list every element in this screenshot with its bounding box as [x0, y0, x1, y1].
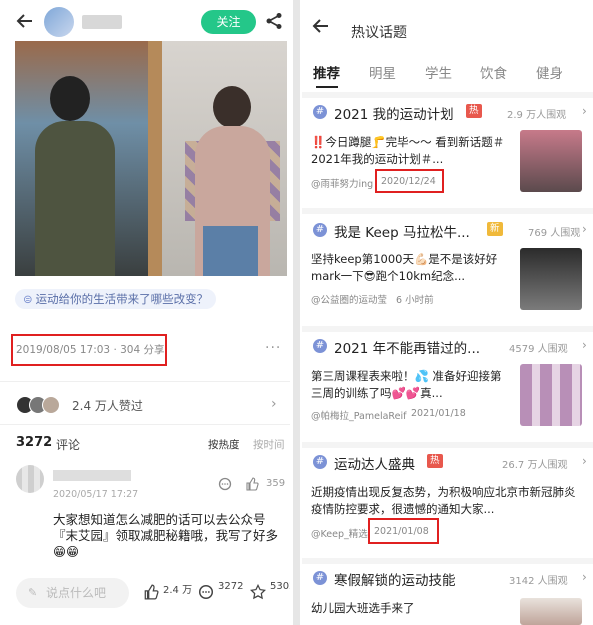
commenter-avatar[interactable]: [16, 465, 44, 493]
comment-label: 评论: [56, 438, 81, 452]
sort-by-hot[interactable]: 按热度: [208, 437, 240, 452]
chevron-right-icon: ›: [582, 338, 587, 352]
page-title: 热议话题: [351, 25, 407, 41]
hashtag-icon: #: [313, 455, 327, 469]
view-count: 769 人围观: [528, 228, 581, 239]
back-arrow-icon[interactable]: [15, 11, 39, 35]
comment-input[interactable]: ✎ 说点什么吧: [16, 578, 129, 608]
follow-button[interactable]: 关注: [201, 10, 256, 34]
like-count: 2.4 万: [163, 585, 193, 596]
topic-body: 近期疫情出现反复态势，为积极响应北京市新冠肺炎疫情防控要求，很遗憾的通知大家..…: [311, 485, 576, 516]
panel-divider: [293, 0, 300, 625]
topic-thumbnail: [520, 248, 582, 310]
topic-title: 运动达人盛典: [334, 457, 415, 473]
highlight-box: [368, 518, 439, 544]
comment-count: 3272: [16, 435, 53, 450]
active-tab-indicator: [316, 86, 338, 88]
topic-card[interactable]: # 我是 Keep 马拉松牛... 新 769 人围观 › 坚持keep第100…: [302, 214, 593, 324]
tab-celebrity[interactable]: 明星: [369, 62, 396, 82]
tab-student[interactable]: 学生: [425, 62, 452, 82]
view-count: 4579 人围观: [509, 344, 568, 355]
chevron-right-icon: ›: [582, 104, 587, 118]
topic-pill[interactable]: ⊜ 运动给你的生活带来了哪些改变？: [15, 289, 217, 309]
chevron-right-icon: ›: [582, 454, 587, 468]
hashtag-icon: #: [313, 105, 327, 119]
highlight-box: [375, 169, 444, 193]
likes-summary[interactable]: 2.4 万人赞过: [72, 397, 143, 414]
topic-author: @雨菲努力ing: [311, 179, 374, 190]
hashtag-icon: #: [313, 223, 327, 237]
hot-tag: 热: [466, 104, 482, 118]
comment-like-count: 359: [266, 478, 286, 489]
comment-body: 大家想知道怎么减肥的话可以去公众号『末艾园』领取减肥秘籍哦，我写了好多😁😁: [53, 512, 279, 559]
back-arrow-icon[interactable]: [311, 16, 331, 41]
topic-card[interactable]: # 运动达人盛典 热 26.7 万人围观 › 近期疫情出现反复态势，为积极响应北…: [302, 448, 593, 558]
view-count: 2.9 万人围观: [507, 110, 567, 121]
comment-total: 3272: [218, 581, 244, 592]
sort-by-time[interactable]: 按时间: [253, 437, 285, 452]
topic-thumbnail: [520, 130, 582, 192]
topic-author: @公益圈的运动莹: [311, 295, 388, 306]
topic-body: ‼️今日蹲腿🦵完毕～～ 看到新话题＃2021年我的运动计划＃...: [311, 135, 505, 166]
view-count: 26.7 万人围观: [502, 460, 568, 471]
new-tag: 新: [487, 222, 503, 236]
comment-input-placeholder: 说点什么吧: [46, 586, 107, 600]
chevron-right-icon[interactable]: ›: [271, 396, 277, 412]
tab-fitness[interactable]: 健身: [536, 62, 563, 82]
pen-icon: ✎: [28, 586, 38, 599]
view-count: 3142 人围观: [509, 576, 568, 587]
post-photo[interactable]: [15, 41, 287, 276]
divider: [0, 424, 290, 425]
author-avatar[interactable]: [44, 7, 74, 37]
tab-recommend[interactable]: 推荐: [313, 62, 340, 82]
reply-icon[interactable]: [218, 476, 232, 491]
topic-body: 坚持keep第1000天💪🏻是不是该好好mark一下😎跑个10km纪念...: [311, 252, 498, 283]
hashtag-icon: #: [313, 339, 327, 353]
share-icon[interactable]: [265, 12, 283, 30]
comment-icon[interactable]: [198, 584, 214, 600]
like-icon[interactable]: [143, 584, 159, 600]
like-icon[interactable]: [245, 476, 259, 491]
topic-date: 2021/01/18: [411, 408, 466, 419]
commenter-name-blurred[interactable]: [53, 470, 131, 481]
topic-author: @Keep_精选: [311, 529, 368, 540]
more-options-button[interactable]: ···: [265, 340, 281, 356]
star-icon[interactable]: [250, 583, 266, 600]
topic-title: 寒假解锁的运动技能: [334, 573, 456, 589]
topic-title: 2021 我的运动计划: [334, 107, 454, 123]
topic-author: @帕梅拉_PamelaReif: [311, 411, 407, 422]
topic-card[interactable]: # 2021 年不能再错过的... 4579 人围观 › 第三周课程表来啦！💦 …: [302, 332, 593, 442]
hot-topics-panel: 热议话题 推荐 明星 学生 饮食 健身 # 2021 我的运动计划 热 2.9 …: [302, 0, 593, 625]
hashtag-icon: ⊜: [23, 292, 33, 306]
post-detail-panel: 关注 ⊜ 运动给你的生活带来了哪些改变？ 2019/08/05 17:03 · 3…: [0, 0, 290, 625]
topic-title: 我是 Keep 马拉松牛...: [334, 225, 470, 241]
topic-card[interactable]: # 2021 我的运动计划 热 2.9 万人围观 › ‼️今日蹲腿🦵完毕～～ 看…: [302, 98, 593, 208]
tab-diet[interactable]: 饮食: [480, 62, 507, 82]
topic-pill-label: 运动给你的生活带来了哪些改变？: [35, 292, 209, 306]
topic-body: 第三周课程表来啦！💦 准备好迎接第三周的训练了吗💕💕真...: [311, 369, 502, 400]
topic-card[interactable]: # 寒假解锁的运动技能 3142 人围观 › 幼儿园大班选手来了: [302, 564, 593, 625]
chevron-right-icon: ›: [582, 570, 587, 584]
post-meta: 2019/08/05 17:03 · 304 分享: [16, 344, 165, 356]
hashtag-icon: #: [313, 571, 327, 585]
chevron-right-icon: ›: [582, 222, 587, 236]
topic-thumbnail: [520, 598, 582, 625]
topic-title: 2021 年不能再错过的...: [334, 341, 481, 357]
topic-thumbnail: [520, 364, 582, 426]
topic-tabs: 推荐 明星 学生 饮食 健身: [302, 62, 593, 88]
favorite-count: 5302: [270, 581, 290, 592]
comment-date: 2020/05/17 17:27: [53, 489, 139, 500]
divider: [0, 381, 290, 382]
topic-body: 幼儿园大班选手来了: [311, 601, 415, 615]
hot-tag: 热: [427, 454, 443, 468]
liker-avatars[interactable]: [16, 396, 62, 414]
author-name-blurred[interactable]: [82, 15, 122, 29]
topic-date: 6 小时前: [396, 295, 434, 306]
